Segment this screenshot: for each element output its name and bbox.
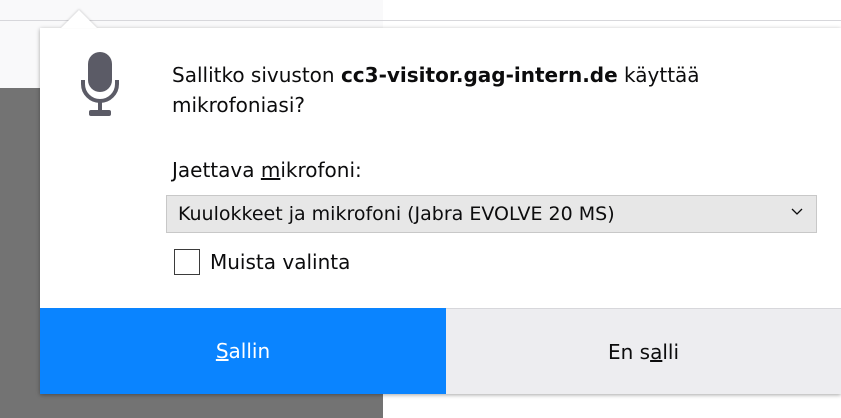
doorhanger-arrow — [61, 10, 97, 28]
remember-label: Muista valinta — [210, 250, 351, 274]
deny-button[interactable]: En s a lli — [446, 308, 841, 394]
allow-accesskey: S — [215, 339, 229, 363]
device-label-text-end: ikrofoni: — [280, 158, 362, 182]
site-host: cc3-visitor.gag-intern.de — [340, 63, 618, 87]
microphone-icon — [81, 52, 119, 116]
toolbar-border — [0, 20, 841, 21]
remember-choice[interactable]: Muista valinta — [174, 249, 350, 275]
message-prefix: Sallitko sivuston — [172, 63, 341, 87]
device-label-accesskey: m — [260, 158, 281, 182]
microphone-select-value: Kuulokkeet ja mikrofoni (Jabra EVOLVE 20… — [178, 203, 615, 225]
allow-button[interactable]: Sallin — [40, 308, 446, 394]
chevron-down-icon — [791, 208, 803, 215]
device-label: Jaettava mikrofoni: — [172, 156, 362, 184]
permission-message: Sallitko sivuston cc3-visitor.gag-intern… — [172, 60, 812, 120]
microphone-select[interactable]: Kuulokkeet ja mikrofoni (Jabra EVOLVE 20… — [166, 195, 817, 233]
device-label-text: Jaettava — [172, 158, 261, 182]
deny-label-end: lli — [662, 339, 680, 364]
allow-label: allin — [228, 339, 271, 363]
deny-accesskey: a — [650, 339, 663, 364]
remember-checkbox[interactable] — [174, 249, 200, 275]
deny-label: En s — [607, 339, 651, 364]
